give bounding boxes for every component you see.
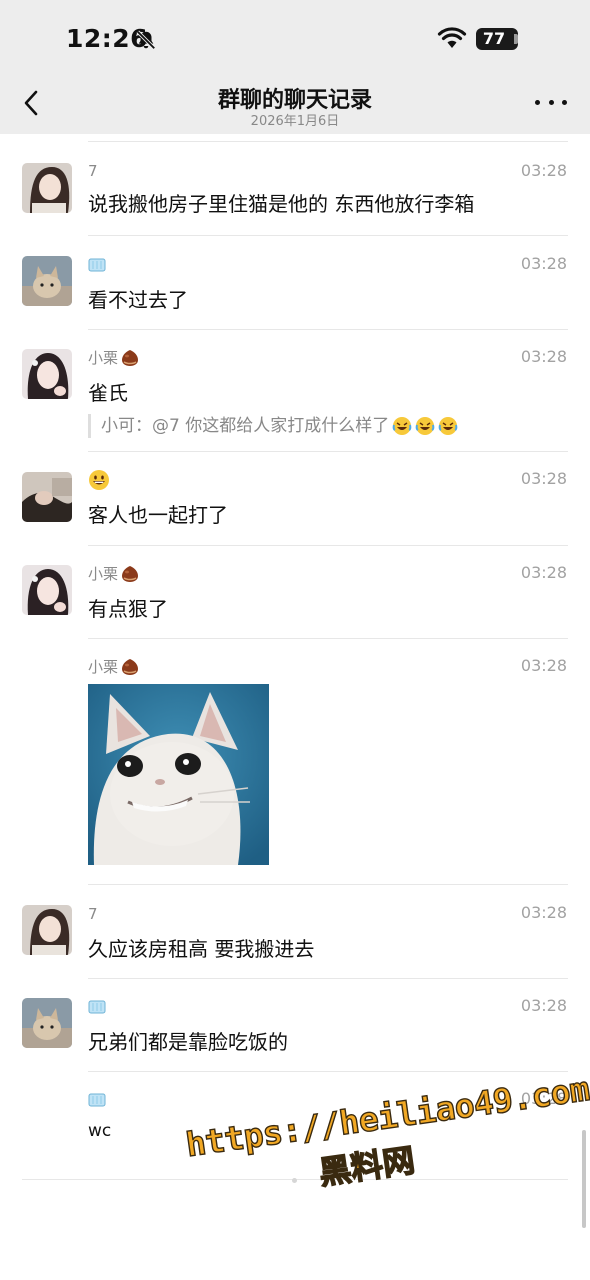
avatar[interactable]	[22, 998, 72, 1048]
message-item[interactable]: 03:28 wc	[0, 1071, 590, 1179]
message-time: 03:28	[520, 161, 567, 180]
scrollbar[interactable]	[582, 1130, 586, 1228]
message-time: 03:28	[520, 656, 567, 675]
bell-slash-icon	[136, 30, 156, 50]
message-item[interactable]: 03:28 看不过去了	[0, 236, 590, 329]
sender-label: 7	[88, 905, 98, 923]
avatar[interactable]	[22, 163, 72, 213]
chestnut-emoji	[122, 659, 139, 675]
sender-name: 7	[88, 160, 98, 182]
message-item[interactable]: 7 03:28 说我搬他房子里住猫是他的 东西他放行李箱	[0, 134, 590, 236]
message-time: 03:28	[520, 347, 567, 366]
more-button[interactable]	[535, 92, 567, 112]
cat-meme-sticker[interactable]	[88, 684, 269, 865]
sender-label: 小栗	[88, 565, 119, 583]
message-text: 说我搬他房子里住猫是他的 东西他放行李箱	[88, 192, 475, 216]
avatar[interactable]	[22, 472, 72, 522]
ice-cube-emoji	[88, 258, 106, 272]
page-subtitle: 2026年1月6日	[250, 114, 340, 129]
message-item[interactable]: 小栗 03:28	[0, 638, 590, 884]
laugh-cry-emoji	[438, 417, 458, 435]
message-text: 兄弟们都是靠脸吃饭的	[88, 1030, 288, 1054]
laugh-cry-emoji	[415, 417, 435, 435]
message-time: 03:28	[520, 254, 567, 273]
battery-level: 77	[482, 29, 506, 48]
sender-label: 小栗	[88, 349, 119, 367]
message-item[interactable]: 小栗 03:28 雀氏 小可：@7 你这都给人家打成什么样了	[0, 329, 590, 451]
message-item[interactable]: 小栗 03:28 有点狠了	[0, 545, 590, 638]
chestnut-emoji	[122, 350, 139, 366]
message-time: 03:28	[520, 996, 567, 1015]
page-indicator-dot	[292, 1178, 297, 1183]
message-time: 03:28	[520, 469, 567, 488]
more-icon-dot	[548, 99, 554, 105]
quoted-message[interactable]: 小可：@7 你这都给人家打成什么样了	[88, 414, 458, 438]
sender-name: 小栗	[88, 563, 140, 585]
nav-bar: 群聊的聊天记录 2026年1月6日	[0, 72, 590, 134]
sender-name: 小栗	[88, 656, 140, 678]
avatar[interactable]	[22, 905, 72, 955]
sender-label: 7	[88, 162, 98, 180]
chestnut-emoji	[122, 566, 139, 582]
message-item[interactable]: 03:28 客人也一起打了	[0, 451, 590, 545]
message-text: 有点狠了	[88, 597, 168, 621]
message-text: 雀氏	[88, 381, 128, 405]
sender-name: 小栗	[88, 347, 140, 369]
smiley-emoji	[89, 470, 109, 490]
sender-name	[88, 254, 106, 276]
message-time: 03:28	[520, 903, 567, 922]
more-icon	[535, 99, 540, 105]
message-text: 久应该房租高 要我搬进去	[88, 937, 315, 961]
chat-history-list[interactable]: 7 03:28 说我搬他房子里住猫是他的 东西他放行李箱 03:28 看不过去了…	[0, 134, 590, 1280]
message-item[interactable]: 03:28 兄弟们都是靠脸吃饭的	[0, 978, 590, 1071]
more-icon-dot	[562, 99, 567, 105]
wifi-icon	[437, 27, 467, 48]
message-time: 03:28	[520, 563, 567, 582]
sender-name: 7	[88, 903, 98, 925]
message-item[interactable]: 7 03:28 久应该房租高 要我搬进去	[0, 884, 590, 978]
sender-name	[88, 1089, 106, 1111]
sender-name	[88, 996, 106, 1018]
sender-name	[88, 469, 110, 491]
laugh-cry-emoji	[392, 417, 412, 435]
avatar[interactable]	[22, 349, 72, 399]
message-text: 看不过去了	[88, 288, 188, 312]
battery-icon: 77	[476, 28, 518, 50]
battery-cap	[514, 34, 518, 44]
ice-cube-emoji	[88, 1000, 106, 1014]
avatar[interactable]	[22, 256, 72, 306]
quote-text: 小可：@7 你这都给人家打成什么样了	[101, 416, 390, 436]
sender-label: 小栗	[88, 658, 119, 676]
avatar[interactable]	[22, 565, 72, 615]
status-bar: 12:26 77	[0, 0, 590, 72]
ice-cube-emoji	[88, 1093, 106, 1107]
message-text: wc	[88, 1121, 112, 1141]
message-time: 03:28	[520, 1089, 567, 1108]
message-text: 客人也一起打了	[88, 503, 228, 527]
